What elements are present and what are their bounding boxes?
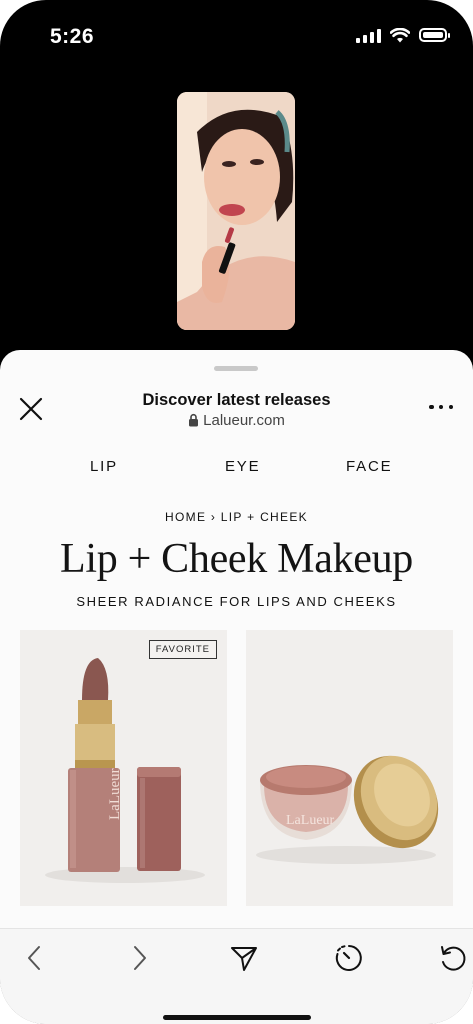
timer-button[interactable] — [334, 943, 364, 973]
lock-icon — [189, 413, 199, 427]
sheet-grabber[interactable] — [214, 366, 258, 371]
wifi-icon — [390, 27, 410, 42]
category-tab-lip[interactable]: LIP — [90, 458, 118, 475]
send-icon — [231, 947, 257, 971]
svg-text:LaLueur: LaLueur — [286, 813, 335, 828]
forward-button[interactable] — [124, 943, 154, 973]
breadcrumb[interactable]: HOME › LIP + CHEEK — [0, 510, 473, 524]
chevron-left-icon — [28, 946, 40, 970]
favorite-badge: FAVORITE — [148, 640, 217, 659]
browser-sheet: Discover latest releases Lalueur.com LIP… — [0, 350, 473, 1024]
sheet-url: Lalueur.com — [0, 412, 473, 429]
tint-jar-product-image: LaLueur — [246, 630, 453, 906]
sheet-title: Discover latest releases — [142, 391, 331, 409]
product-card-tint[interactable]: LaLueur — [246, 630, 453, 906]
status-icons — [356, 27, 450, 43]
svg-text:LaLueur: LaLueur — [107, 768, 123, 820]
product-card-lipstick[interactable]: LaLueur FAVORITE — [20, 630, 227, 906]
browser-toolbar — [0, 928, 473, 1024]
back-button[interactable] — [20, 943, 50, 973]
reload-button[interactable] — [438, 943, 468, 973]
home-indicator[interactable] — [163, 1015, 311, 1020]
category-tab-face[interactable]: FACE — [346, 458, 392, 475]
page-subtitle: SHEER RADIANCE FOR LIPS AND CHEEKS — [76, 594, 397, 609]
video-frame-image — [177, 92, 295, 330]
url-text: Lalueur.com — [203, 412, 285, 429]
share-button[interactable] — [229, 943, 259, 973]
more-dot-icon — [448, 404, 453, 410]
category-tab-eye[interactable]: EYE — [225, 458, 260, 475]
lipstick-product-image: LaLueur — [20, 630, 227, 906]
status-time: 5:26 — [50, 25, 95, 48]
reload-icon — [441, 946, 466, 971]
timer-icon — [335, 945, 362, 971]
video-preview[interactable] — [177, 92, 295, 330]
chevron-right-icon — [134, 946, 146, 970]
page-title: Lip + Cheek Makeup — [59, 536, 414, 582]
status-bar: 5:26 — [0, 0, 473, 70]
more-dot-icon — [429, 404, 434, 410]
battery-icon — [419, 28, 450, 42]
category-nav: LIP EYE FACE — [0, 458, 473, 482]
cellular-signal-icon — [356, 27, 381, 43]
more-dot-icon — [438, 404, 444, 410]
more-options-button[interactable] — [429, 402, 453, 412]
phone-screen: 5:26 Discover latest releases Lalueur.co… — [0, 0, 473, 1024]
